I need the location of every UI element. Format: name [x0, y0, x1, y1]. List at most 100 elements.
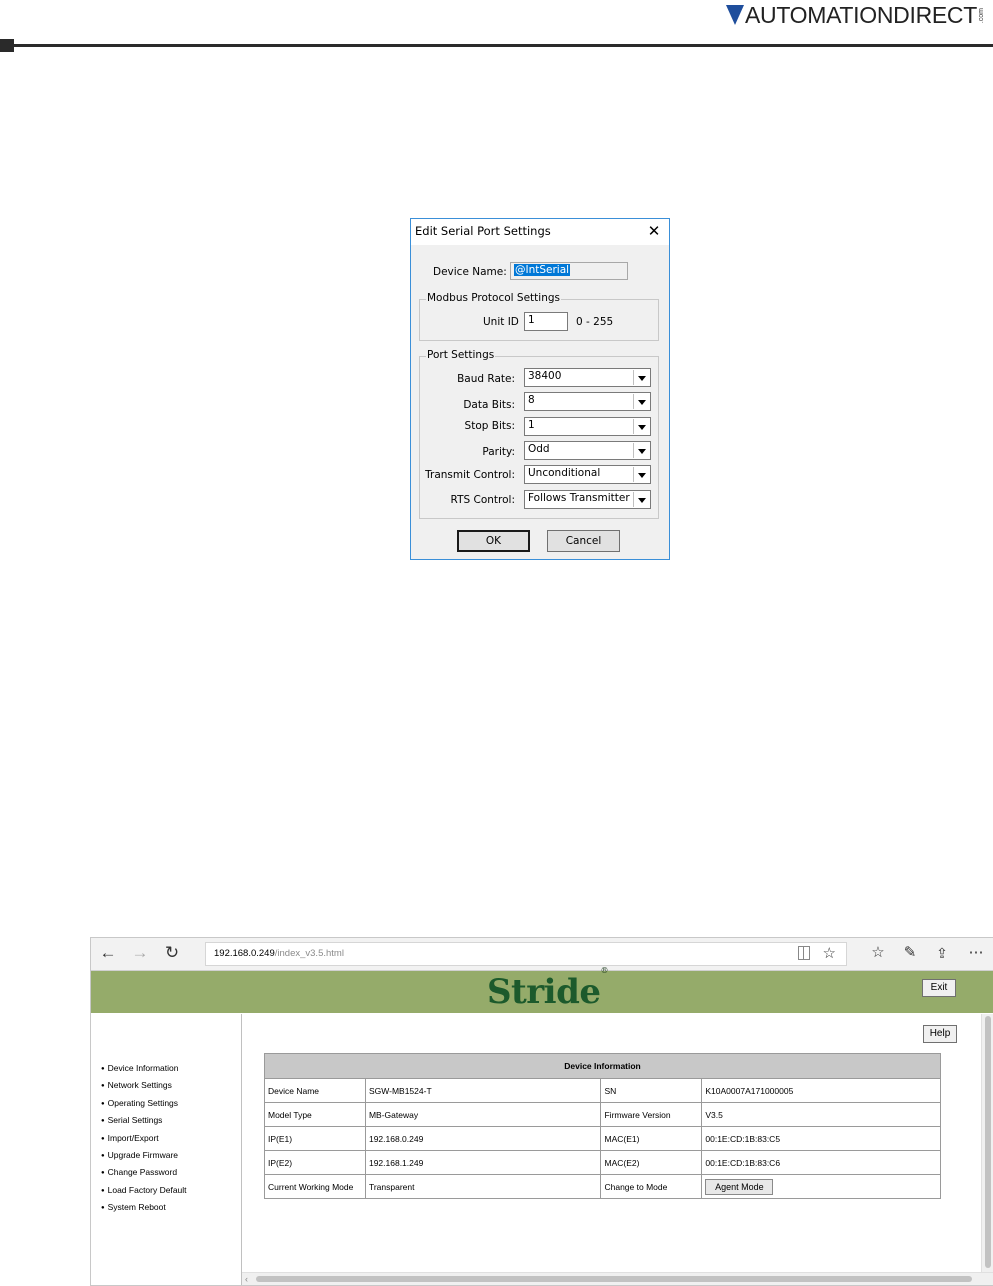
- chevron-down-icon[interactable]: [633, 370, 649, 385]
- device-name-value: @IntSerial: [514, 264, 571, 276]
- registered-mark: ®: [600, 965, 609, 975]
- unit-id-range: 0 - 255: [576, 316, 614, 328]
- chevron-down-icon[interactable]: [633, 443, 649, 458]
- cell-value: 00:1E:CD:1B:83:C6: [701, 1150, 941, 1175]
- parity-value: Odd: [528, 443, 550, 455]
- more-icon[interactable]: ⋯: [965, 942, 987, 964]
- rts-control-value: Follows Transmitter: [528, 492, 630, 504]
- brand-suffix: .com: [978, 8, 985, 24]
- cell-key: Firmware Version: [600, 1102, 703, 1127]
- pen-icon[interactable]: ✎: [899, 942, 921, 964]
- cell-value: MB-Gateway: [364, 1102, 602, 1127]
- nav-item-serial-settings[interactable]: Serial Settings: [101, 1112, 187, 1129]
- stride-logo: Stride®: [487, 966, 608, 1012]
- cell-key: Device Name: [264, 1078, 366, 1103]
- table-row: Model Type MB-Gateway Firmware Version V…: [264, 1102, 941, 1127]
- address-bar[interactable]: 192.168.0.249/index_v3.5.html ☆: [205, 942, 847, 966]
- table-row: IP(E1) 192.168.0.249 MAC(E1) 00:1E:CD:1B…: [264, 1126, 941, 1151]
- horizontal-scroll-thumb[interactable]: [256, 1276, 972, 1282]
- data-bits-label: Data Bits:: [463, 399, 515, 411]
- cell-key: Model Type: [264, 1102, 366, 1127]
- rts-control-select[interactable]: Follows Transmitter: [524, 490, 651, 509]
- left-nav: Device Information Network Settings Oper…: [91, 1014, 242, 1285]
- unit-id-input[interactable]: 1: [524, 312, 568, 331]
- close-icon[interactable]: ✕: [645, 221, 663, 241]
- agent-mode-button[interactable]: Agent Mode: [705, 1178, 774, 1195]
- stop-bits-select[interactable]: 1: [524, 417, 651, 436]
- back-arrow-icon[interactable]: ←: [97, 942, 119, 964]
- reading-view-icon[interactable]: [798, 946, 810, 960]
- parity-label: Parity:: [482, 446, 515, 458]
- chevron-down-icon[interactable]: [633, 467, 649, 482]
- baud-rate-value: 38400: [528, 370, 562, 382]
- nav-item-system-reboot[interactable]: System Reboot: [101, 1199, 187, 1216]
- data-bits-select[interactable]: 8: [524, 392, 651, 411]
- nav-list: Device Information Network Settings Oper…: [101, 1060, 187, 1217]
- parity-select[interactable]: Odd: [524, 441, 651, 460]
- baud-rate-select[interactable]: 38400: [524, 368, 651, 387]
- table-row: Current Working Mode Transparent Change …: [264, 1174, 941, 1199]
- nav-item-upgrade-firmware[interactable]: Upgrade Firmware: [101, 1147, 187, 1164]
- nav-item-device-information[interactable]: Device Information: [101, 1060, 187, 1077]
- ok-button[interactable]: OK: [457, 530, 530, 552]
- vertical-scroll-thumb[interactable]: [985, 1016, 991, 1268]
- modbus-group-label: Modbus Protocol Settings: [426, 292, 561, 304]
- edit-serial-port-dialog: Edit Serial Port Settings ✕ Device Name:…: [410, 218, 670, 560]
- cell-key: MAC(E1): [600, 1126, 703, 1151]
- cell-value: 00:1E:CD:1B:83:C5: [701, 1126, 941, 1151]
- chevron-down-icon[interactable]: [633, 394, 649, 409]
- help-button[interactable]: Help: [923, 1025, 957, 1043]
- rts-control-label: RTS Control:: [450, 494, 515, 506]
- stop-bits-value: 1: [528, 419, 535, 431]
- horizontal-scrollbar[interactable]: ‹: [242, 1272, 993, 1285]
- scroll-left-icon[interactable]: ‹: [245, 1273, 248, 1285]
- nav-item-import-export[interactable]: Import/Export: [101, 1130, 187, 1147]
- brand-v-icon: [725, 5, 744, 25]
- favorites-hub-icon[interactable]: ☆: [867, 942, 889, 964]
- cell-key: SN: [600, 1078, 703, 1103]
- cell-action: Agent Mode: [701, 1174, 941, 1199]
- chevron-down-icon[interactable]: [633, 492, 649, 507]
- cell-key: Current Working Mode: [264, 1174, 366, 1199]
- brand-logo: AUTOMATIONDIRECT .com: [725, 2, 985, 32]
- cell-key: MAC(E2): [600, 1150, 703, 1175]
- nav-item-change-password[interactable]: Change Password: [101, 1164, 187, 1181]
- forward-arrow-icon[interactable]: →: [129, 942, 151, 964]
- nav-item-operating-settings[interactable]: Operating Settings: [101, 1095, 187, 1112]
- main-content: Help Device Information Device Name SGW-…: [242, 1014, 980, 1273]
- url-host: 192.168.0.249: [214, 948, 275, 959]
- chevron-down-icon[interactable]: [633, 419, 649, 434]
- port-group-label: Port Settings: [426, 349, 496, 361]
- device-name-field[interactable]: @IntSerial: [510, 262, 628, 280]
- cell-key: IP(E2): [264, 1150, 366, 1175]
- cell-value: K10A0007A171000005: [701, 1078, 941, 1103]
- transmit-control-select[interactable]: Unconditional: [524, 465, 651, 484]
- unit-id-label: Unit ID: [483, 316, 519, 328]
- favorite-star-icon[interactable]: ☆: [823, 943, 836, 965]
- nav-item-network-settings[interactable]: Network Settings: [101, 1077, 187, 1094]
- cell-key: Change to Mode: [600, 1174, 703, 1199]
- cell-key: IP(E1): [264, 1126, 366, 1151]
- refresh-icon[interactable]: ↻: [161, 942, 183, 964]
- stop-bits-label: Stop Bits:: [464, 420, 515, 432]
- header-banner: Stride® Exit: [91, 966, 993, 1013]
- share-icon[interactable]: ⇪: [931, 942, 953, 964]
- cell-value: 192.168.0.249: [364, 1126, 602, 1151]
- table-title: Device Information: [264, 1053, 941, 1079]
- browser-window: ← → ↻ 192.168.0.249/index_v3.5.html ☆ ☆ …: [90, 937, 993, 1286]
- device-name-label: Device Name:: [433, 266, 507, 278]
- table-row: Device Name SGW-MB1524-T SN K10A0007A171…: [264, 1078, 941, 1103]
- cancel-button[interactable]: Cancel: [547, 530, 620, 552]
- nav-item-load-factory-default[interactable]: Load Factory Default: [101, 1182, 187, 1199]
- exit-button[interactable]: Exit: [922, 979, 956, 997]
- header-rule: [12, 44, 993, 47]
- baud-rate-label: Baud Rate:: [457, 373, 515, 385]
- cell-value: V3.5: [701, 1102, 941, 1127]
- device-information-table: Device Information Device Name SGW-MB152…: [264, 1053, 941, 1199]
- brand-text: AUTOMATIONDIRECT: [744, 2, 977, 28]
- vertical-scrollbar[interactable]: [981, 1014, 993, 1273]
- transmit-control-label: Transmit Control:: [425, 469, 515, 481]
- cell-value: 192.168.1.249: [364, 1150, 602, 1175]
- cell-value: Transparent: [364, 1174, 602, 1199]
- dialog-titlebar[interactable]: Edit Serial Port Settings ✕: [411, 219, 669, 245]
